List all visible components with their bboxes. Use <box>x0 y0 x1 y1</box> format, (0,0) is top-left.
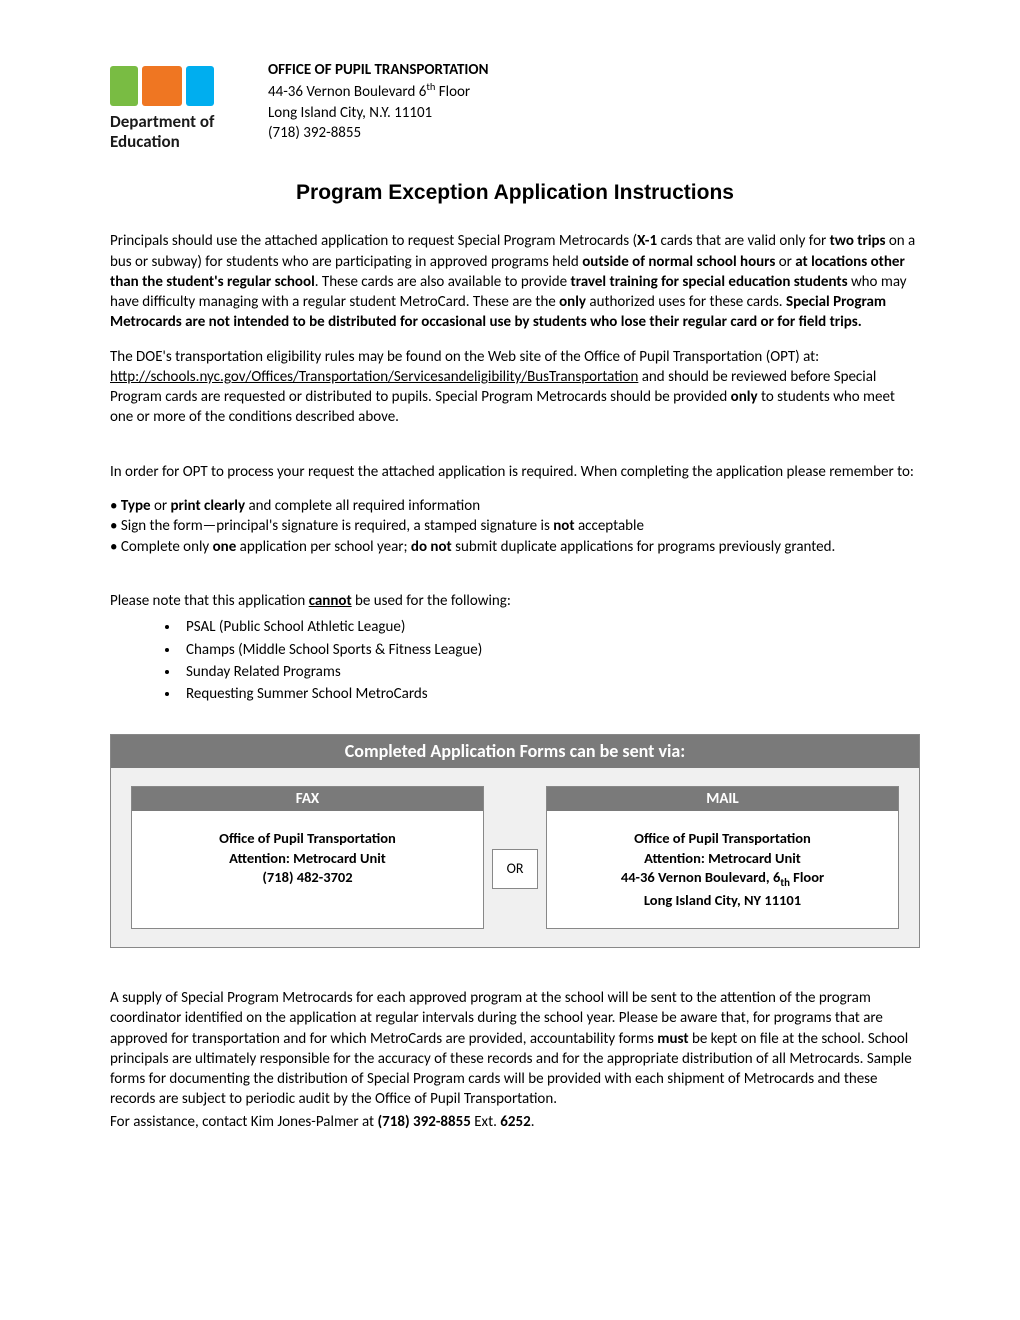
tip-2: • Sign the form—principal's signature is… <box>110 516 920 536</box>
remember-intro: In order for OPT to process your request… <box>110 462 920 482</box>
logo-n-block <box>110 66 138 106</box>
mail-column: MAIL Office of Pupil Transportation Atte… <box>546 786 899 930</box>
restrictions-list: PSAL (Public School Athletic League) Cha… <box>110 617 920 704</box>
logo-line1: Department of <box>110 111 214 132</box>
tip-3: • Complete only one application per scho… <box>110 537 920 557</box>
nyc-glyph <box>110 64 250 106</box>
restriction-item: Sunday Related Programs <box>180 662 920 682</box>
office-addr-line1: 44-36 Vernon Boulevard 6th Floor <box>268 80 488 102</box>
cannot-use-intro: Please note that this application cannot… <box>110 591 920 611</box>
document-page: Department of Education OFFICE OF PUPIL … <box>0 0 1020 1194</box>
mail-body: Office of Pupil Transportation Attention… <box>547 811 898 928</box>
tips-list: • Type or print clearly and complete all… <box>110 496 920 557</box>
nyc-doe-logo: Department of Education <box>110 60 250 151</box>
restriction-item: Champs (Middle School Sports & Fitness L… <box>180 640 920 660</box>
logo-line2: Education <box>110 131 180 152</box>
letterhead: Department of Education OFFICE OF PUPIL … <box>110 60 920 151</box>
assistance-paragraph: For assistance, contact Kim Jones-Palmer… <box>110 1112 920 1132</box>
office-title: OFFICE OF PUPIL TRANSPORTATION <box>268 60 488 80</box>
restriction-item: Requesting Summer School MetroCards <box>180 684 920 704</box>
mail-heading: MAIL <box>547 787 898 811</box>
office-addr-line2: Long Island City, N.Y. 11101 <box>268 103 488 123</box>
restriction-item: PSAL (Public School Athletic League) <box>180 617 920 637</box>
fax-heading: FAX <box>132 787 483 811</box>
fax-body: Office of Pupil Transportation Attention… <box>132 811 483 906</box>
intro-paragraph-1: Principals should use the attached appli… <box>110 231 920 332</box>
opt-eligibility-link[interactable]: http://schools.nyc.gov/Offices/Transport… <box>110 368 638 386</box>
logo-y-block <box>142 66 182 106</box>
send-via-row: FAX Office of Pupil Transportation Atten… <box>111 768 919 930</box>
logo-text: Department of Education <box>110 112 250 151</box>
send-via-header: Completed Application Forms can be sent … <box>111 735 919 767</box>
logo-c-block <box>186 66 214 106</box>
supply-paragraph: A supply of Special Program Metrocards f… <box>110 988 920 1110</box>
office-address-block: OFFICE OF PUPIL TRANSPORTATION 44-36 Ver… <box>268 60 488 143</box>
fax-column: FAX Office of Pupil Transportation Atten… <box>131 786 484 930</box>
intro-paragraph-2: The DOE's transportation eligibility rul… <box>110 347 920 428</box>
or-divider: OR <box>492 849 538 889</box>
office-phone: (718) 392-8855 <box>268 123 488 143</box>
tip-1: • Type or print clearly and complete all… <box>110 496 920 516</box>
send-via-box: Completed Application Forms can be sent … <box>110 734 920 948</box>
page-title: Program Exception Application Instructio… <box>110 179 920 207</box>
